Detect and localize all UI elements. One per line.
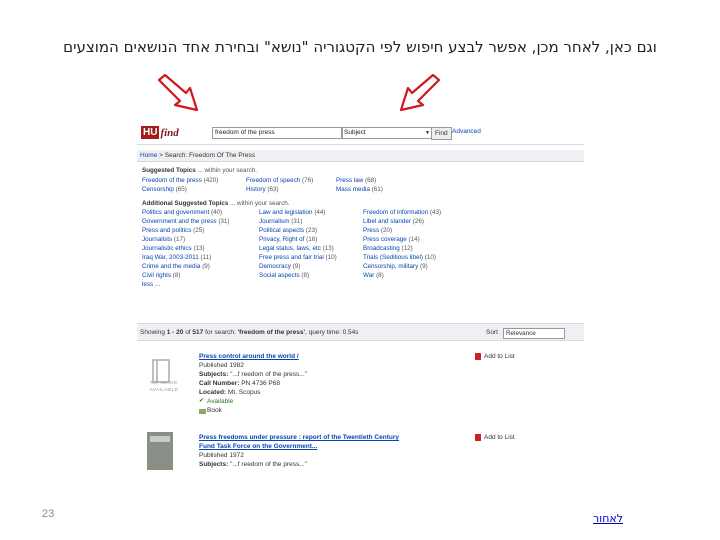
result-subjects: Subjects: "...f reedom of the press..." (199, 371, 307, 378)
book-icon (199, 409, 206, 414)
less-topics-link[interactable]: less ... (142, 281, 160, 288)
topic-link[interactable]: Politics and government (40) (142, 209, 222, 216)
add-to-list-button[interactable]: Add to List (475, 353, 515, 360)
result-title-link[interactable]: Press freedoms under pressure : report o… (199, 434, 399, 441)
topic-link[interactable]: Legal status, laws, etc (13) (259, 245, 334, 252)
back-link[interactable]: לאחור (593, 512, 623, 525)
topic-link[interactable]: Press (20) (363, 227, 392, 234)
topic-link[interactable]: Democracy (9) (259, 263, 300, 270)
result-published: Published 1982 (199, 362, 244, 369)
topic-link[interactable]: Iraq War, 2003-2011 (11) (142, 254, 211, 261)
suggested-topics-heading: Suggested Topics ... within your search. (142, 167, 258, 174)
logo-find: find (160, 126, 179, 139)
hufind-logo[interactable]: HU find (141, 125, 179, 140)
topic-link[interactable]: Press coverage (14) (363, 236, 420, 243)
result-call-number: Call Number: PN 4736 P68 (199, 380, 280, 387)
topic-link[interactable]: Government and the press (31) (142, 218, 230, 225)
sort-label: Sort (486, 329, 498, 336)
search-header: HU find freedom of the press Subject ▼ F… (137, 122, 584, 145)
add-to-list-button[interactable]: Add to List (475, 434, 515, 441)
topic-link[interactable]: War (8) (363, 272, 384, 279)
topic-link[interactable]: Trials (Seditious libel) (10) (363, 254, 436, 261)
topic-link[interactable]: Broadcasting (12) (363, 245, 413, 252)
topic-link[interactable]: Mass media (61) (336, 186, 383, 193)
topic-link[interactable]: Libel and slander (26) (363, 218, 424, 225)
additional-topics-heading: Additional Suggested Topics ... within y… (142, 200, 290, 207)
results-summary: Showing 1 - 20 of 517 for search: 'freed… (140, 329, 359, 336)
catalog-screenshot: HU find freedom of the press Subject ▼ F… (137, 122, 584, 470)
breadcrumb: Home > Search: Freedom Of The Press (137, 150, 584, 162)
result-format: Book (207, 407, 222, 414)
topic-link[interactable]: Freedom of speech (76) (246, 177, 313, 184)
topic-link[interactable]: Political aspects (23) (259, 227, 317, 234)
breadcrumb-home[interactable]: Home (140, 152, 157, 159)
search-type-select[interactable]: Subject ▼ (341, 127, 433, 139)
sort-select[interactable]: Relevance (503, 328, 565, 339)
topic-link[interactable]: Freedom of the press (420) (142, 177, 218, 184)
topic-link[interactable]: Censorship, military (9) (363, 263, 428, 270)
topic-link[interactable]: Social aspects (8) (259, 272, 309, 279)
chevron-down-icon: ▼ (425, 130, 430, 136)
logo-hu: HU (141, 126, 160, 139)
slide-headline: וגם כאן, לאחר מכן, אפשר לבצע חיפוש לפי ה… (63, 38, 657, 56)
topic-link[interactable]: Press law (68) (336, 177, 376, 184)
breadcrumb-current: Search: Freedom Of The Press (164, 152, 255, 159)
topic-link[interactable]: Journalism (31) (259, 218, 302, 225)
page-number: 23 (42, 508, 55, 520)
topic-link[interactable]: Press and politics (25) (142, 227, 204, 234)
topic-link[interactable]: Law and legislation (44) (259, 209, 326, 216)
topic-link[interactable]: Censorship (65) (142, 186, 187, 193)
topic-link[interactable]: Privacy, Right of (16) (259, 236, 317, 243)
book-cover-thumbnail (147, 432, 173, 470)
search-input[interactable]: freedom of the press (212, 127, 343, 139)
results-status-bar: Showing 1 - 20 of 517 for search: 'freed… (137, 323, 584, 341)
find-button[interactable]: Find (431, 127, 452, 140)
suggested-topics-panel: Suggested Topics ... within your search.… (137, 167, 584, 322)
add-list-icon (475, 434, 481, 441)
result-title-link[interactable]: Press control around the world / (199, 353, 299, 360)
topic-link[interactable]: Crime and the media (9) (142, 263, 210, 270)
topic-link[interactable]: Free press and fair trial (10) (259, 254, 337, 261)
result-published: Published 1972 (199, 452, 244, 459)
topic-link[interactable]: Journalistic ethics (13) (142, 245, 205, 252)
topic-link[interactable]: Journalists (17) (142, 236, 185, 243)
availability-status: Available (207, 398, 234, 405)
advanced-search-link[interactable]: Advanced (452, 128, 481, 135)
search-type-value: Subject (344, 129, 366, 136)
result-subjects: Subjects: "...f reedom of the press..." (199, 461, 307, 468)
result-location: Located: Mt. Scopus (199, 389, 261, 396)
result-title-link-continued[interactable]: Fund Task Force on the Government... (199, 443, 317, 450)
no-image-label: NO IMAGE AVAILABLE (149, 381, 179, 393)
arrow-down-right-icon (157, 74, 199, 112)
check-icon: ✔ (199, 398, 205, 404)
topic-link[interactable]: Freedom of information (43) (363, 209, 441, 216)
topic-link[interactable]: Civil rights (8) (142, 272, 181, 279)
arrow-down-left-icon (399, 74, 441, 112)
topic-link[interactable]: History (63) (246, 186, 279, 193)
add-list-icon (475, 353, 481, 360)
